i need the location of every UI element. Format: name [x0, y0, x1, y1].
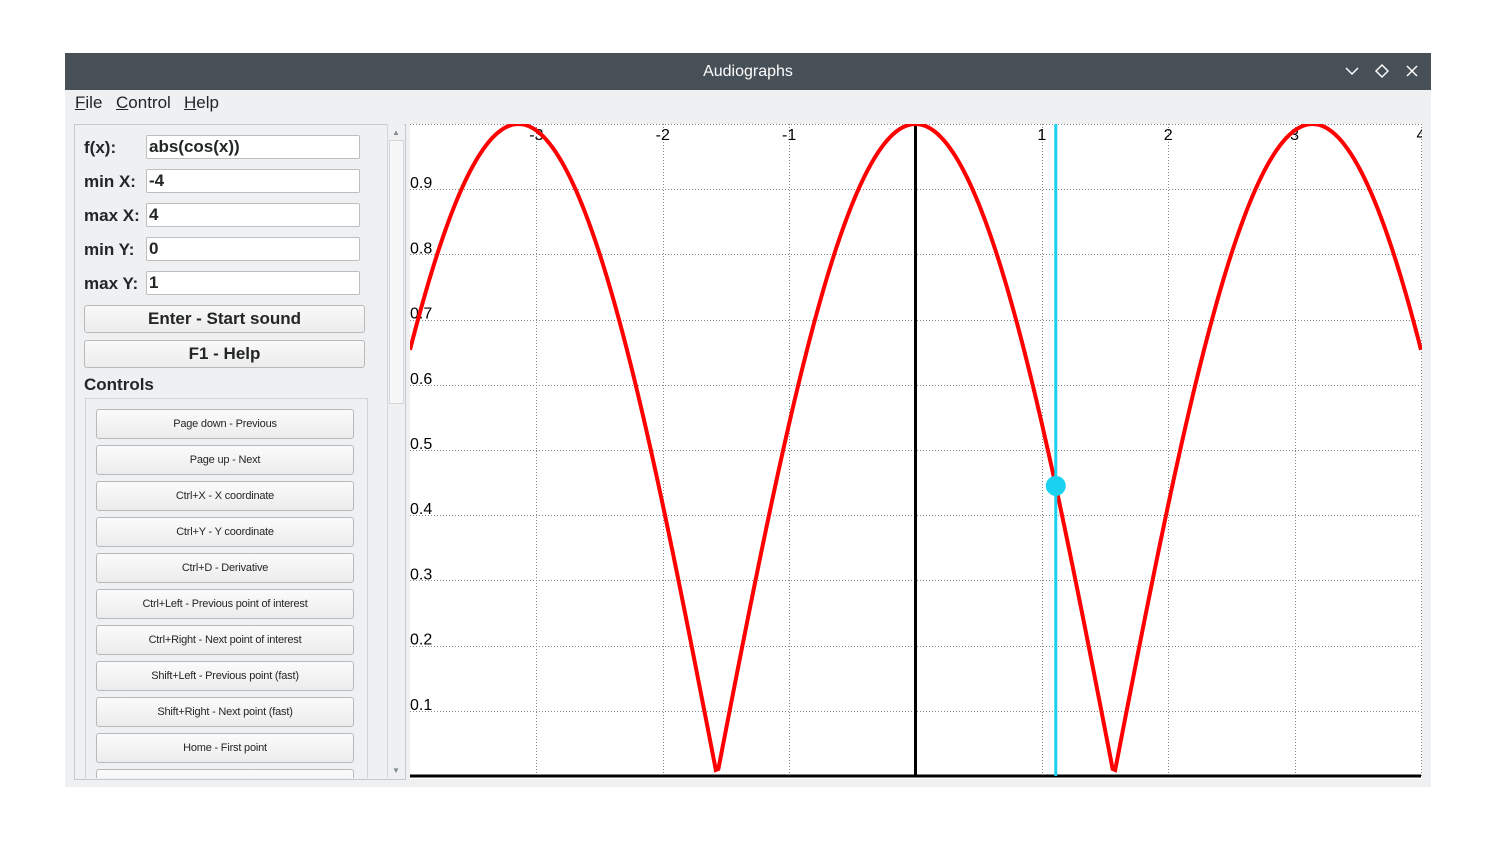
y-coordinate-button[interactable]: Ctrl+Y - Y coordinate	[96, 517, 354, 547]
max-x-input[interactable]	[146, 203, 360, 227]
chevron-down-icon	[1345, 67, 1359, 76]
next-point-of-interest-button[interactable]: Ctrl+Right - Next point of interest	[96, 625, 354, 655]
start-sound-button[interactable]: Enter - Start sound	[84, 305, 365, 333]
scroll-up-icon[interactable]: ▲	[388, 125, 404, 139]
menu-control[interactable]: Control	[116, 93, 171, 113]
y-tick-label: 0.2	[410, 632, 432, 649]
scroll-down-icon[interactable]: ▼	[388, 763, 404, 777]
menu-bar: File Control Help	[65, 90, 1431, 118]
maximize-button[interactable]	[1370, 59, 1394, 83]
y-tick-label: 0.5	[410, 436, 432, 453]
max-y-label: max Y:	[84, 274, 139, 293]
function-plot: -3 -2 -1 1 2 3 40.10.20.30.40.50.60.70.80.9	[410, 124, 1422, 778]
menu-file-mnemonic: F	[75, 93, 86, 112]
previous-point-of-interest-button[interactable]: Ctrl+Left - Previous point of interest	[96, 589, 354, 619]
scroll-thumb[interactable]	[389, 140, 404, 404]
x-tick-label: -2	[656, 127, 670, 144]
y-tick-label: 0.8	[410, 240, 432, 257]
x-tick-label: -1	[782, 127, 796, 144]
menu-control-label: ontrol	[128, 93, 171, 112]
min-x-label: min X:	[84, 172, 136, 191]
y-tick-label: 0.9	[410, 175, 432, 192]
cursor-point	[1045, 475, 1066, 496]
menu-help-label: elp	[196, 93, 219, 112]
y-tick-label: 0.3	[410, 566, 432, 583]
y-tick-label: 0.4	[410, 501, 432, 518]
menu-file[interactable]: File	[75, 93, 102, 113]
min-y-label: min Y:	[84, 240, 135, 259]
previous-button[interactable]: Page down - Previous	[96, 409, 354, 439]
fx-input[interactable]	[146, 135, 360, 159]
menu-file-label: ile	[85, 93, 103, 112]
menu-help-mnemonic: H	[184, 93, 197, 112]
x-tick-label: 1	[1037, 127, 1046, 144]
max-x-label: max X:	[84, 206, 140, 225]
partially-hidden-button[interactable]	[96, 769, 354, 778]
window-title: Audiographs	[703, 63, 793, 80]
max-y-input[interactable]	[146, 271, 360, 295]
y-tick-label: 0.1	[410, 697, 432, 714]
x-coordinate-button[interactable]: Ctrl+X - X coordinate	[96, 481, 354, 511]
first-point-button[interactable]: Home - First point	[96, 733, 354, 763]
help-button[interactable]: F1 - Help	[84, 340, 365, 368]
app-window: Audiographs File Control Help f(x): min …	[65, 53, 1431, 787]
controls-heading: Controls	[84, 375, 154, 394]
settings-scrollbar[interactable]: ▲ ▼	[387, 124, 404, 778]
close-button[interactable]	[1400, 59, 1424, 83]
next-button[interactable]: Page up - Next	[96, 445, 354, 475]
derivative-button[interactable]: Ctrl+D - Derivative	[96, 553, 354, 583]
min-y-input[interactable]	[146, 237, 360, 261]
minimize-button[interactable]	[1340, 59, 1364, 83]
controls-group: Page down - Previous Page up - Next Ctrl…	[85, 398, 368, 778]
previous-point-fast-button[interactable]: Shift+Left - Previous point (fast)	[96, 661, 354, 691]
next-point-fast-button[interactable]: Shift+Right - Next point (fast)	[96, 697, 354, 727]
fx-label: f(x):	[84, 138, 117, 157]
x-tick-label: 2	[1164, 127, 1173, 144]
diamond-icon	[1374, 63, 1390, 79]
min-x-input[interactable]	[146, 169, 360, 193]
menu-help[interactable]: Help	[184, 93, 219, 113]
close-icon	[1406, 65, 1418, 77]
x-tick-label: 4	[1417, 127, 1422, 144]
title-bar[interactable]: Audiographs	[65, 53, 1431, 90]
menu-control-mnemonic: C	[116, 93, 129, 112]
graph-area[interactable]: -3 -2 -1 1 2 3 4 0.1 0.2 0.3 0.4 0.5 0.6 0.7 0.8 0.9	[410, 124, 1422, 779]
y-tick-label: 0.6	[410, 371, 432, 388]
